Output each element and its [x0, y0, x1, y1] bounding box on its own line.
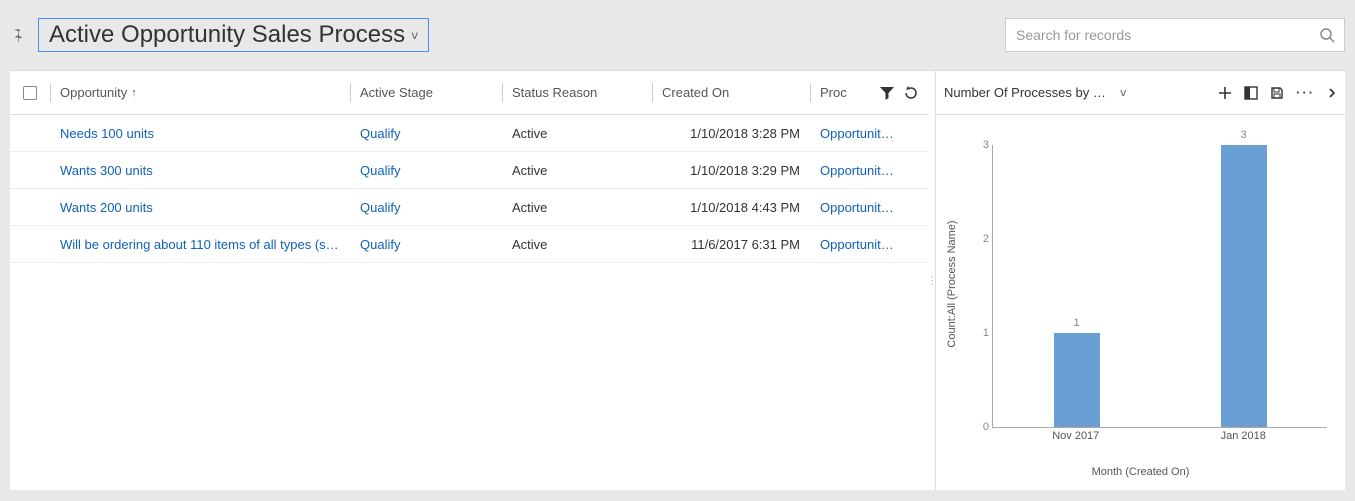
- chart-pane: Number Of Processes by El... ⅴ ···: [935, 71, 1345, 490]
- chart-y-tick: 3: [969, 139, 989, 151]
- column-label: Active Stage: [360, 85, 433, 100]
- refresh-icon[interactable]: [903, 85, 919, 101]
- cell-process[interactable]: Opportunity Sa: [810, 163, 910, 178]
- cell-status-reason: Active: [502, 200, 652, 215]
- search-box[interactable]: [1005, 18, 1345, 52]
- cell-status-reason: Active: [502, 126, 652, 141]
- chart-new-icon[interactable]: [1218, 86, 1232, 100]
- cell-status-reason: Active: [502, 237, 652, 252]
- chart-y-tick: 1: [969, 327, 989, 339]
- table-row[interactable]: Needs 100 unitsQualifyActive1/10/2018 3:…: [10, 115, 929, 152]
- chart-body: Count:All (Process Name) 012313 Nov 2017…: [936, 115, 1345, 490]
- search-button[interactable]: [1310, 19, 1344, 51]
- chart-title: Number Of Processes by El...: [944, 85, 1114, 100]
- cell-opportunity[interactable]: Needs 100 units: [50, 126, 350, 141]
- cell-active-stage[interactable]: Qualify: [350, 126, 502, 141]
- chart-selector[interactable]: Number Of Processes by El... ⅴ: [944, 85, 1218, 100]
- column-header-active-stage[interactable]: Active Stage: [350, 71, 502, 114]
- table-row[interactable]: Will be ordering about 110 items of all …: [10, 226, 929, 263]
- cell-created-on: 11/6/2017 6:31 PM: [652, 237, 810, 252]
- chart-x-tick: Nov 2017: [1052, 430, 1099, 442]
- chart-save-icon[interactable]: [1270, 86, 1284, 100]
- chart-expand-icon[interactable]: [1244, 86, 1258, 100]
- cell-active-stage[interactable]: Qualify: [350, 237, 502, 252]
- chart-x-axis-label: Month (Created On): [936, 466, 1345, 478]
- chart-collapse-icon[interactable]: [1327, 86, 1337, 100]
- column-label: Proc: [820, 85, 847, 100]
- pin-icon[interactable]: [10, 28, 30, 42]
- table-row[interactable]: Wants 200 unitsQualifyActive1/10/2018 4:…: [10, 189, 929, 226]
- cell-process[interactable]: Opportunity Sa: [810, 126, 910, 141]
- chevron-down-icon: ⅴ: [1120, 86, 1127, 99]
- view-selector[interactable]: Active Opportunity Sales Process ⅴ: [38, 18, 429, 52]
- chart-bar[interactable]: [1054, 333, 1100, 427]
- sort-ascending-icon: ↑: [131, 87, 137, 99]
- grid-header-row: Opportunity ↑ Active Stage Status Reason…: [10, 71, 929, 115]
- cell-process[interactable]: Opportunity Sa: [810, 200, 910, 215]
- cell-active-stage[interactable]: Qualify: [350, 163, 502, 178]
- chart-bar-value: 1: [1047, 317, 1107, 329]
- chart-bar[interactable]: [1221, 145, 1267, 427]
- column-header-status-reason[interactable]: Status Reason: [502, 71, 652, 114]
- column-label: Created On: [662, 85, 729, 100]
- column-label: Status Reason: [512, 85, 597, 100]
- select-all-checkbox[interactable]: [10, 71, 50, 114]
- chart-more-icon[interactable]: ···: [1296, 85, 1315, 100]
- cell-active-stage[interactable]: Qualify: [350, 200, 502, 215]
- cell-status-reason: Active: [502, 163, 652, 178]
- chart-y-axis-label: Count:All (Process Name): [946, 220, 958, 347]
- column-label: Opportunity: [60, 85, 127, 100]
- chevron-down-icon: ⅴ: [411, 28, 418, 42]
- filter-icon[interactable]: [879, 85, 895, 101]
- cell-created-on: 1/10/2018 3:29 PM: [652, 163, 810, 178]
- cell-opportunity[interactable]: Wants 300 units: [50, 163, 350, 178]
- view-title: Active Opportunity Sales Process: [49, 21, 405, 49]
- cell-created-on: 1/10/2018 4:43 PM: [652, 200, 810, 215]
- chart-y-tick: 0: [969, 421, 989, 433]
- records-grid: Opportunity ↑ Active Stage Status Reason…: [10, 71, 929, 490]
- chart-plot-area[interactable]: 012313: [992, 145, 1327, 428]
- column-header-created-on[interactable]: Created On: [652, 71, 810, 114]
- cell-process[interactable]: Opportunity Sa: [810, 237, 910, 252]
- cell-created-on: 1/10/2018 3:28 PM: [652, 126, 810, 141]
- cell-opportunity[interactable]: Will be ordering about 110 items of all …: [50, 237, 350, 252]
- table-row[interactable]: Wants 300 unitsQualifyActive1/10/2018 3:…: [10, 152, 929, 189]
- column-header-opportunity[interactable]: Opportunity ↑: [50, 71, 350, 114]
- cell-opportunity[interactable]: Wants 200 units: [50, 200, 350, 215]
- chart-bar-value: 3: [1214, 129, 1274, 141]
- search-input[interactable]: [1006, 27, 1310, 43]
- checkbox-icon: [23, 86, 37, 100]
- chart-x-tick: Jan 2018: [1221, 430, 1266, 442]
- chart-y-tick: 2: [969, 233, 989, 245]
